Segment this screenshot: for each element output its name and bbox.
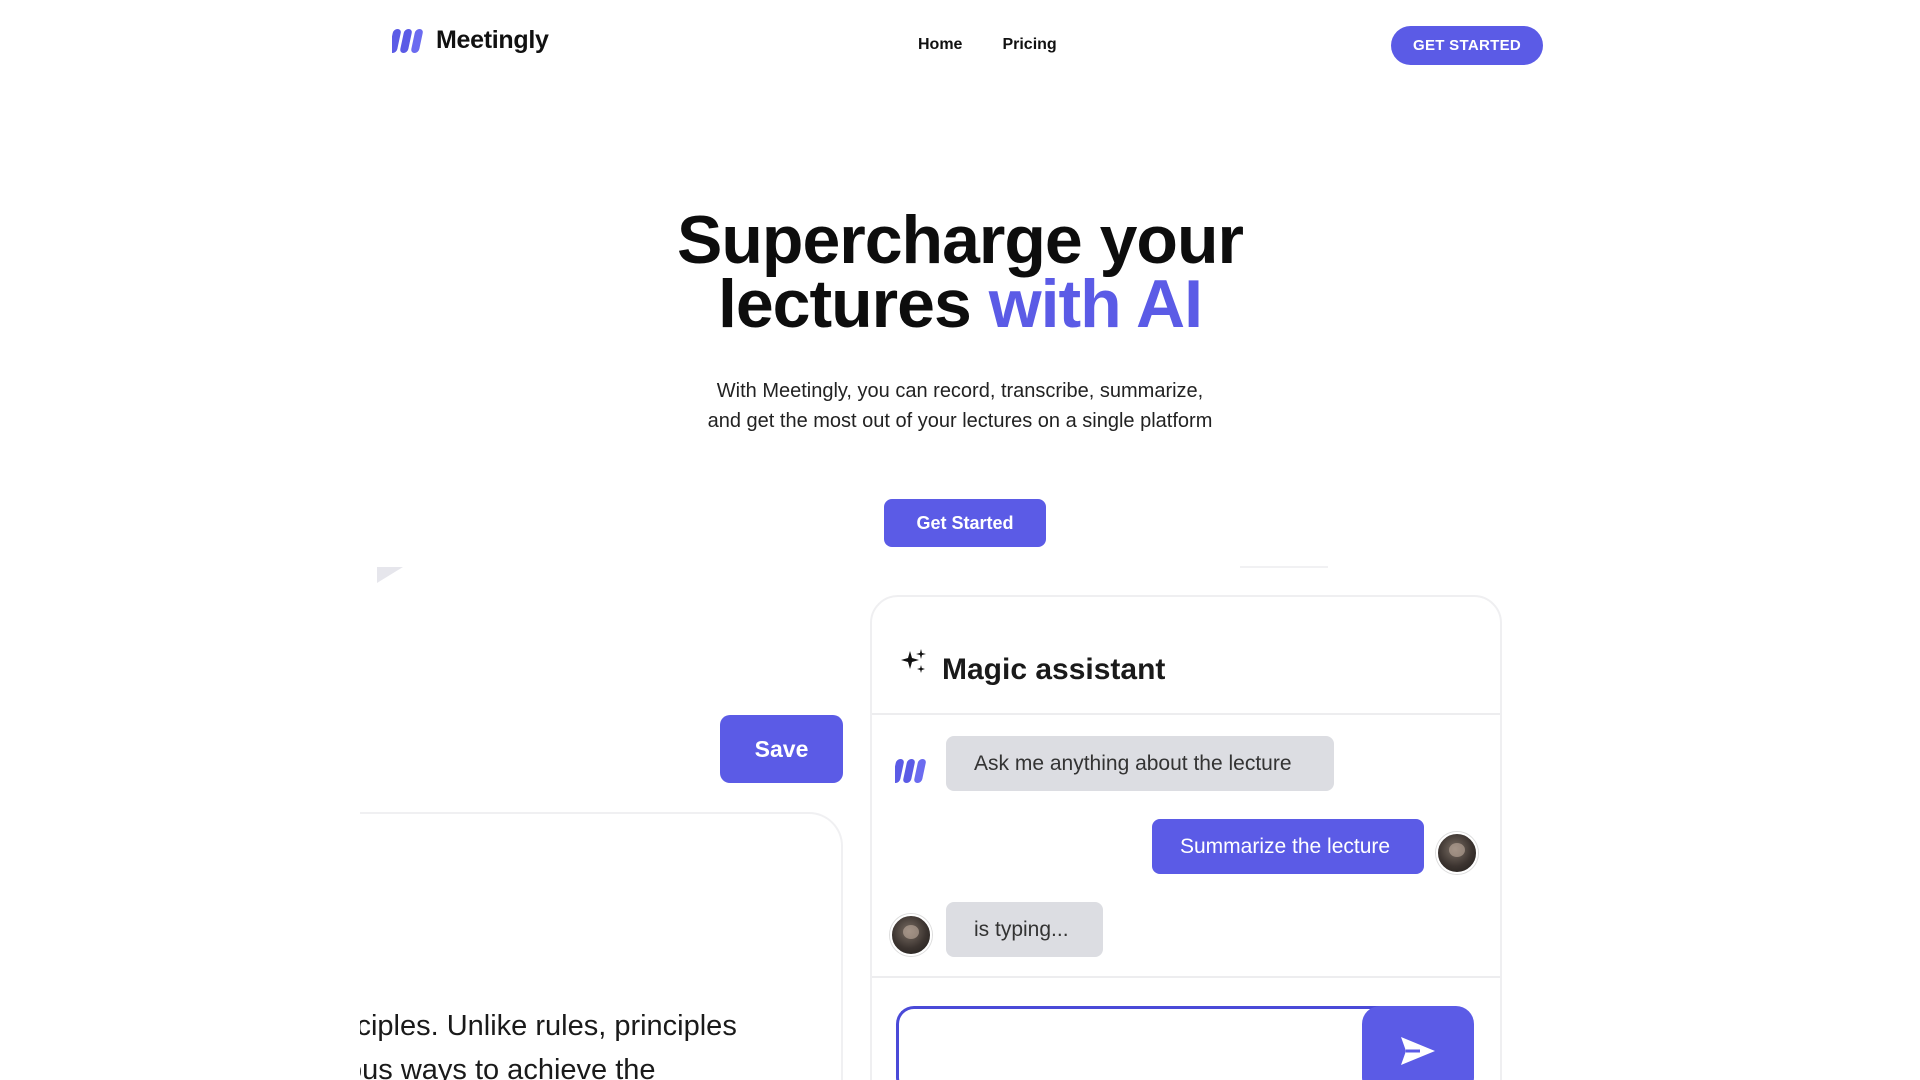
main-nav: Home Pricing: [918, 36, 1057, 54]
messages-divider: [872, 976, 1500, 978]
get-started-header-button[interactable]: GET STARTED: [1391, 26, 1543, 65]
hero-subtitle-line2: and get the most out of your lectures on…: [707, 410, 1213, 432]
brand-logo[interactable]: Meetingly: [392, 26, 549, 55]
send-icon: [1401, 1037, 1435, 1065]
decorative-corner: [377, 567, 403, 583]
decorative-divider: [1240, 566, 1328, 568]
hero-section: Supercharge your lectures with AI With M…: [0, 206, 1920, 436]
hero-title-accent: with AI: [988, 266, 1203, 342]
assistant-header: Magic assistant: [872, 597, 1500, 715]
chat-input[interactable]: [896, 1006, 1386, 1080]
meetingly-logo-icon: [392, 28, 423, 53]
chat-message-user: Summarize the lecture: [1152, 819, 1424, 874]
nav-item-home[interactable]: Home: [918, 36, 962, 54]
hero-subtitle-line1: With Meetingly, you can record, transcri…: [716, 380, 1204, 402]
brand-name: Meetingly: [436, 26, 549, 54]
participant-avatar: [890, 914, 932, 956]
assistant-avatar-logo-icon: [895, 759, 926, 783]
save-button[interactable]: Save: [720, 715, 843, 783]
sparkles-icon: [901, 649, 926, 673]
hero-title: Supercharge your lectures with AI: [0, 206, 1920, 338]
send-button[interactable]: [1362, 1006, 1474, 1080]
hero-subtitle: With Meetingly, you can record, transcri…: [0, 376, 1920, 436]
document-text-line2: ous ways to achieve the: [360, 1054, 656, 1080]
hero-title-line2-plain: lectures: [717, 266, 972, 342]
assistant-title: Magic assistant: [942, 653, 1166, 686]
nav-item-pricing[interactable]: Pricing: [1002, 36, 1056, 54]
document-text: iciples. Unlike rules, principles ous wa…: [360, 1004, 841, 1080]
get-started-hero-button[interactable]: Get Started: [884, 499, 1046, 547]
chat-message-typing: is typing...: [946, 902, 1103, 957]
user-avatar: [1436, 832, 1478, 874]
document-text-line1: iciples. Unlike rules, principles: [360, 1010, 737, 1042]
chat-message-bot: Ask me anything about the lecture: [946, 736, 1334, 791]
document-preview-card: iciples. Unlike rules, principles ous wa…: [360, 812, 843, 1080]
site-header: Meetingly Home Pricing GET STARTED: [0, 0, 1920, 92]
